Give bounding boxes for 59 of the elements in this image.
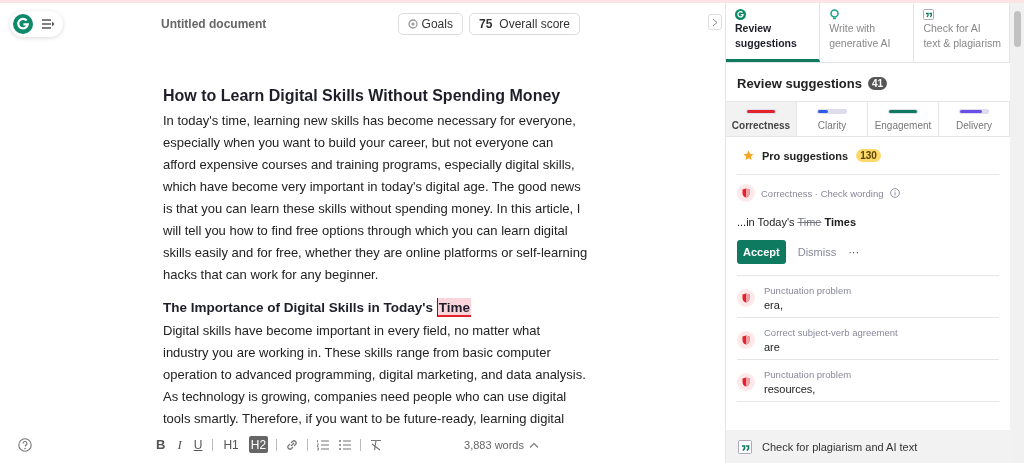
- score-meter: [888, 109, 918, 114]
- section-heading: The Importance of Digital Skills in Today's Time: [163, 300, 473, 316]
- paragraph: Digital skills have become important in every field, no matter what industry you are working in. These skills range from basic computer operation to advanced programming, digital marketing, and data analysis. As technology is growing, companies need people who can use digital tools smartly. Therefore, if you want to be future-ready, learning digital: [163, 322, 587, 429]
- dismiss-button[interactable]: Dismiss: [797, 246, 837, 258]
- pro-suggestions-label: Pro suggestions: [762, 149, 849, 162]
- quote-icon: [738, 439, 752, 454]
- score-meter: [959, 109, 989, 114]
- suggestion-type: Punctuation problem: [764, 285, 852, 296]
- logo-icon: [735, 9, 746, 20]
- help-icon[interactable]: [18, 437, 32, 452]
- overall-score-button[interactable]: 75 Overall score: [468, 13, 580, 36]
- category-tab[interactable]: Correctness: [726, 102, 797, 136]
- word-count-button[interactable]: 3,883 words: [458, 437, 545, 452]
- heading-button[interactable]: H1: [221, 436, 241, 454]
- italic-button[interactable]: I: [175, 436, 184, 454]
- clear-format-icon[interactable]: [369, 437, 384, 452]
- document-heading: How to Learn Digital Skills Without Spending Money: [163, 87, 562, 106]
- menu-icon[interactable]: [41, 18, 55, 31]
- suggestion-word: era,: [764, 299, 784, 311]
- logo-icon: [13, 14, 33, 35]
- suggestion-item[interactable]: Punctuation problem resources,: [737, 360, 999, 402]
- lightbulb-icon: [829, 9, 841, 20]
- accept-button[interactable]: Accept: [737, 240, 786, 264]
- count-badge: 130: [856, 149, 881, 162]
- goals-button[interactable]: Goals: [397, 13, 463, 36]
- bold-button[interactable]: B: [154, 436, 168, 454]
- panel-heading: Review suggestions: [737, 76, 862, 91]
- collapse-panel-button[interactable]: [708, 14, 722, 30]
- quote-icon: [923, 9, 935, 20]
- chevron-up-icon: [529, 441, 539, 448]
- paragraph: In today's time, learning new skills has become necessary for everyone, especially when you want to build your career, but not everyone can afford expensive courses and training programs, especially digital skills, which have become very important in today's digital age. The good news is that you can learn these skills without spending money. In this article, I will tell you how to find free options through which you can learn digital skills easily and for free, whether they are online platforms or self-learning hacks that can work for any beginner.: [163, 112, 588, 285]
- score-meter: [746, 109, 776, 114]
- count-badge: 41: [868, 77, 888, 90]
- suggestion-text: ...in Today's Time Times: [737, 216, 858, 228]
- link-icon[interactable]: [285, 437, 300, 452]
- shield-icon: [737, 184, 755, 202]
- shield-icon: [737, 373, 755, 391]
- target-icon: [407, 19, 418, 30]
- document-title[interactable]: Untitled document: [161, 17, 392, 32]
- numbered-list-icon[interactable]: [316, 437, 331, 452]
- suggestion-word: resources,: [764, 383, 817, 395]
- more-button[interactable]: ···: [848, 246, 860, 258]
- suggestion-item[interactable]: Correct subject-verb agreement are: [737, 318, 999, 360]
- info-icon[interactable]: [889, 188, 900, 198]
- suggestion-category: Correctness · Check wording: [761, 187, 884, 199]
- star-icon: [743, 150, 754, 161]
- suggestion-type: Punctuation problem: [764, 369, 852, 380]
- score-meter: [817, 109, 847, 114]
- bullet-list-icon[interactable]: [338, 437, 353, 452]
- suggestion-item[interactable]: Punctuation problem era,: [737, 276, 999, 318]
- shield-icon: [737, 331, 755, 349]
- plagiarism-check-button[interactable]: Check for plagiarism and AI text: [726, 430, 1010, 463]
- chevron-right-icon: [712, 17, 718, 27]
- shield-icon: [737, 289, 755, 307]
- heading-button[interactable]: H2: [248, 436, 269, 454]
- panel-tab[interactable]: Review suggestions: [726, 3, 821, 62]
- underline-button[interactable]: U: [191, 436, 205, 454]
- suggestion-word: are: [764, 341, 781, 353]
- suggestion-type: Correct subject-verb agreement: [764, 327, 898, 338]
